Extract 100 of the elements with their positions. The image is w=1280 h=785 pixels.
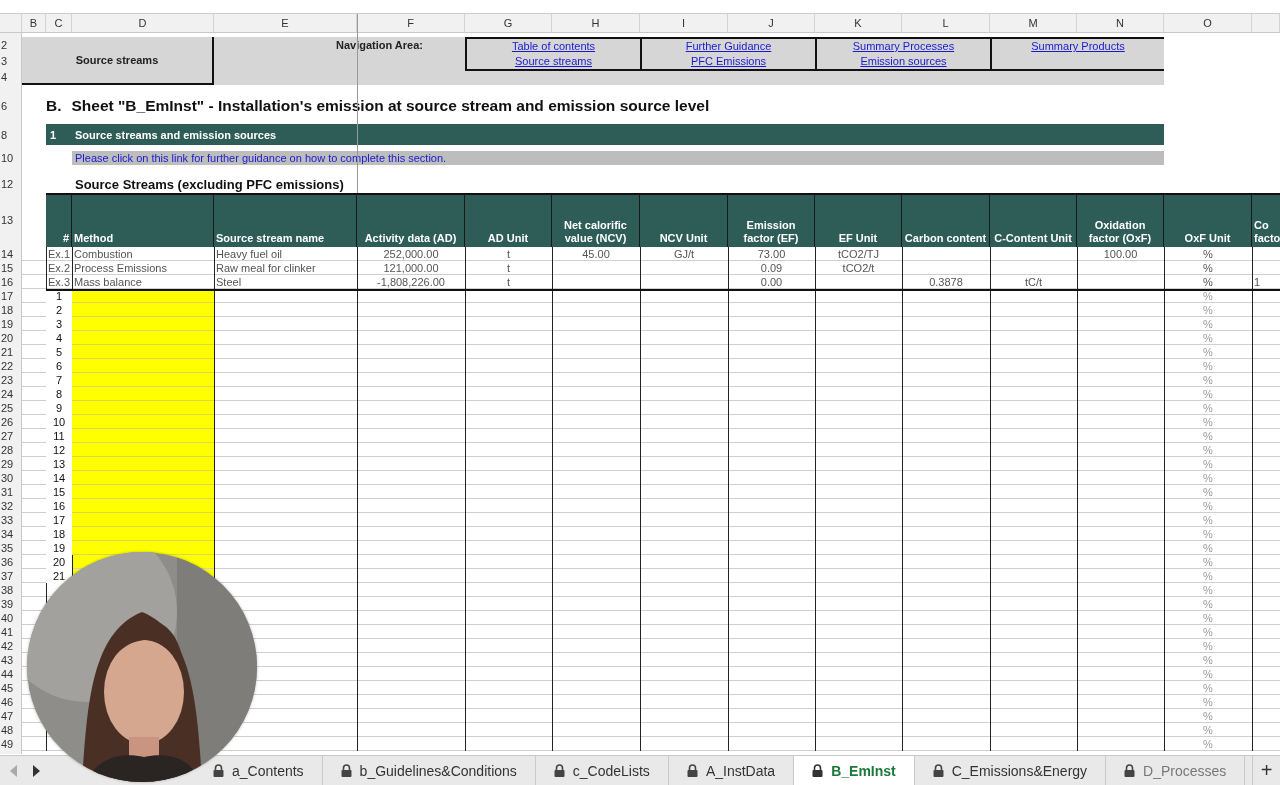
unit-cell-text: % [1202,695,1214,709]
row-number[interactable]: 3 [0,53,22,69]
row-number[interactable]: 8 [0,124,22,145]
row-number[interactable]: 27 [0,429,22,443]
unit-cell-text: % [1202,359,1214,373]
unit-cell-text: % [1202,667,1214,681]
row-number[interactable]: 46 [0,695,22,709]
column-letter[interactable]: K [815,14,902,33]
row-number[interactable]: 32 [0,499,22,513]
input-cell[interactable] [72,471,214,485]
row-number[interactable]: 33 [0,513,22,527]
select-all-button[interactable] [0,14,22,33]
table-cell-text: 0.09 [759,261,784,275]
sheet-tab[interactable]: D_Processes [1106,756,1246,785]
unit-cell-text: % [1202,737,1214,751]
row-number[interactable]: 19 [0,317,22,331]
row-number[interactable]: 15 [0,261,22,275]
row-number[interactable]: 17 [0,289,22,303]
column-letter[interactable]: I [640,14,728,33]
nav-link[interactable]: Emission sources [815,53,990,69]
column-letter[interactable]: C [46,14,72,33]
input-cell[interactable] [72,373,214,387]
input-cell[interactable] [72,331,214,345]
row-number[interactable]: 35 [0,541,22,555]
row-number[interactable]: 23 [0,373,22,387]
row-number[interactable]: 30 [0,471,22,485]
row-number[interactable]: 12 [0,175,22,193]
row-number[interactable]: 42 [0,639,22,653]
row-number[interactable]: 29 [0,457,22,471]
sheet-tab[interactable]: B_EmInst [794,756,915,785]
input-cell[interactable] [72,401,214,415]
column-letter[interactable]: L [902,14,990,33]
column-letter[interactable]: E [214,14,357,33]
input-cell[interactable] [72,457,214,471]
row-number[interactable]: 47 [0,709,22,723]
scroll-left-icon[interactable] [10,764,18,777]
row-number[interactable]: 6 [0,96,22,116]
row-number[interactable]: 14 [0,247,22,261]
nav-link[interactable]: Further Guidance [640,37,815,53]
nav-link[interactable]: PFC Emissions [640,53,815,69]
row-number[interactable]: 4 [0,69,22,85]
row-number[interactable]: 45 [0,681,22,695]
row-number[interactable]: 39 [0,597,22,611]
row-number[interactable]: 40 [0,611,22,625]
input-cell[interactable] [72,429,214,443]
column-letter[interactable]: G [465,14,552,33]
row-number[interactable]: 31 [0,485,22,499]
input-cell[interactable] [72,513,214,527]
unit-cell-text: % [1202,597,1214,611]
column-header-cell[interactable] [1252,14,1280,33]
input-cell[interactable] [72,303,214,317]
row-number[interactable]: 38 [0,583,22,597]
row-number[interactable]: 22 [0,359,22,373]
row-number[interactable]: 21 [0,345,22,359]
input-cell[interactable] [72,527,214,541]
sheet-tab[interactable]: C_Emissions&Energy [914,756,1107,785]
row-number[interactable]: 2 [0,37,22,53]
input-cell[interactable] [72,359,214,373]
input-cell[interactable] [72,485,214,499]
nav-link[interactable]: Table of contents [465,37,640,53]
row-number[interactable]: 37 [0,569,22,583]
input-cell[interactable] [72,387,214,401]
scroll-right-icon[interactable] [32,764,40,777]
column-letter[interactable]: J [728,14,815,33]
row-number[interactable]: 49 [0,737,22,751]
row-number[interactable]: 34 [0,527,22,541]
nav-link[interactable]: Summary Processes [815,37,990,53]
input-cell[interactable] [72,345,214,359]
row-number[interactable]: 25 [0,401,22,415]
guidance-link[interactable]: Please click on this link for further guidance on how to complete this section. [72,151,1164,165]
nav-link[interactable]: Source streams [465,53,640,69]
column-letter[interactable]: D [72,14,214,33]
row-number[interactable]: 44 [0,667,22,681]
column-letter[interactable]: N [1077,14,1164,33]
input-cell[interactable] [72,541,214,555]
nav-link[interactable]: Summary Products [990,37,1164,53]
row-index: 5 [46,345,72,359]
input-cell[interactable] [72,415,214,429]
row-number[interactable]: 26 [0,415,22,429]
input-cell[interactable] [72,443,214,457]
row-number[interactable]: 41 [0,625,22,639]
column-letter[interactable]: F [357,14,465,33]
sheet-tab[interactable]: c_CodeLists [535,756,669,785]
row-number[interactable]: 16 [0,275,22,289]
row-number[interactable]: 36 [0,555,22,569]
row-number[interactable]: 43 [0,653,22,667]
input-cell[interactable] [72,317,214,331]
row-number[interactable]: 13 [0,193,22,247]
column-letter[interactable]: M [990,14,1077,33]
row-number[interactable]: 10 [0,151,22,165]
row-number[interactable]: 18 [0,303,22,317]
row-number[interactable]: 48 [0,723,22,737]
row-number[interactable]: 20 [0,331,22,345]
input-cell[interactable] [72,499,214,513]
column-letter[interactable]: B [22,14,46,33]
row-number[interactable]: 28 [0,443,22,457]
column-letter[interactable]: O [1164,14,1252,33]
column-letter[interactable]: H [552,14,640,33]
sheet-tab[interactable]: b_Guidelines&Conditions [322,756,536,785]
row-number[interactable]: 24 [0,387,22,401]
